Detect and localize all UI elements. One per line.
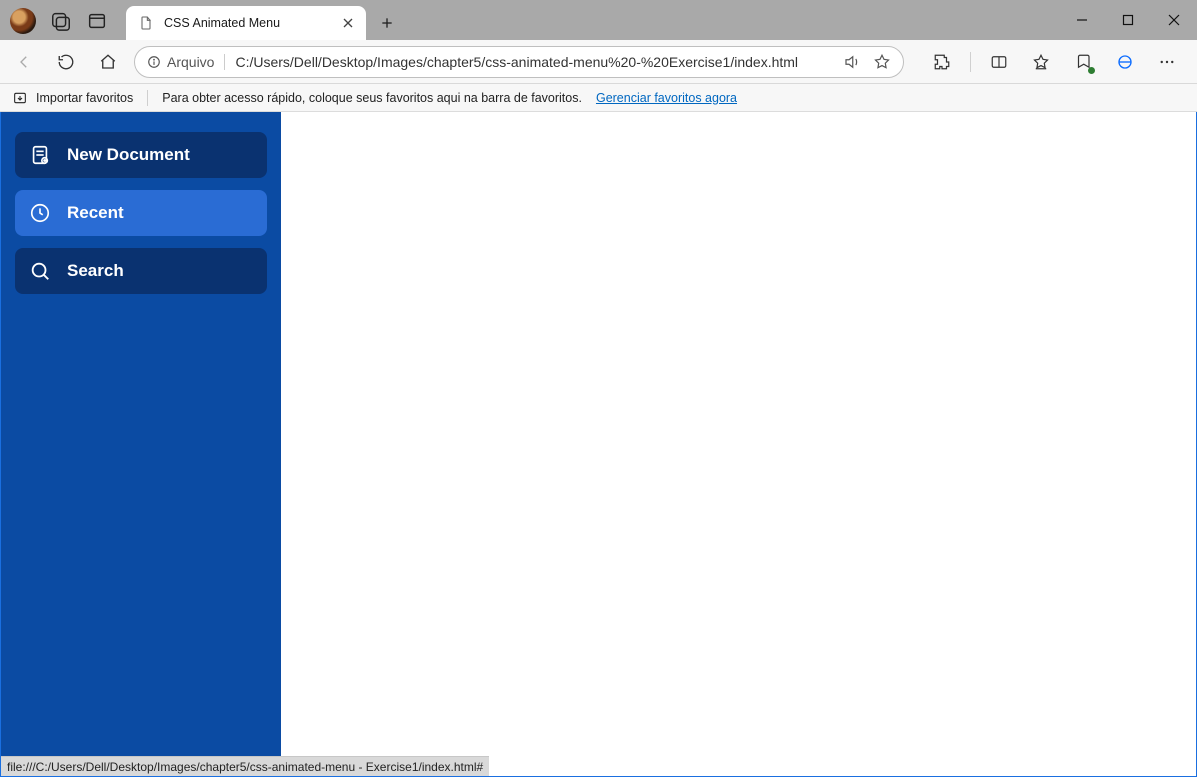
import-favorites-button[interactable]: Importar favoritos [12,90,133,106]
search-icon [29,260,51,282]
browser-tab[interactable]: CSS Animated Menu [126,6,366,40]
workspaces-icon[interactable] [50,10,72,32]
refresh-button[interactable] [50,46,82,78]
manage-favorites-link[interactable]: Gerenciar favoritos agora [596,91,737,105]
ie-mode-icon[interactable] [1109,46,1141,78]
tab-title: CSS Animated Menu [164,16,330,30]
collections-icon[interactable] [1067,46,1099,78]
status-text: file:///C:/Users/Dell/Desktop/Images/cha… [7,760,483,774]
toolbar-separator [970,52,971,72]
minimize-button[interactable] [1059,0,1105,40]
browser-toolbar: Arquivo C:/Users/Dell/Desktop/Images/cha… [0,40,1197,84]
settings-menu-icon[interactable] [1151,46,1183,78]
bookmarks-bar: Importar favoritos Para obter acesso ráp… [0,84,1197,112]
new-tab-button[interactable] [370,6,404,40]
profile-avatar[interactable] [10,8,36,34]
menu-item-label: Recent [67,203,124,223]
browser-titlebar: CSS Animated Menu [0,0,1197,40]
document-icon [29,144,51,166]
bookmarks-separator [147,90,148,106]
maximize-button[interactable] [1105,0,1151,40]
window-controls [1059,0,1197,40]
status-bar: file:///C:/Users/Dell/Desktop/Images/cha… [1,756,489,776]
clock-icon [29,202,51,224]
address-scheme: Arquivo [147,54,225,70]
address-bar[interactable]: Arquivo C:/Users/Dell/Desktop/Images/cha… [134,46,904,78]
import-icon [12,90,28,106]
titlebar-left-icons [0,8,120,40]
favorite-star-icon[interactable] [873,53,891,71]
back-button[interactable] [8,46,40,78]
address-url: C:/Users/Dell/Desktop/Images/chapter5/cs… [235,54,833,70]
favorites-icon[interactable] [1025,46,1057,78]
page-viewport: New Document Recent Search file:///C:/Us… [0,112,1197,777]
import-favorites-label: Importar favoritos [36,91,133,105]
bookmarks-hint: Para obter acesso rápido, coloque seus f… [162,91,582,105]
home-button[interactable] [92,46,124,78]
close-tab-icon[interactable] [340,15,356,31]
sidebar-menu: New Document Recent Search [1,112,281,776]
address-right [843,53,891,71]
extensions-icon[interactable] [926,46,958,78]
menu-item-search[interactable]: Search [15,248,267,294]
menu-item-recent[interactable]: Recent [15,190,267,236]
menu-item-label: Search [67,261,124,281]
toolbar-right-icons [926,46,1189,78]
close-window-button[interactable] [1151,0,1197,40]
page-icon [138,15,154,31]
menu-item-label: New Document [67,145,190,165]
address-scheme-label: Arquivo [167,54,214,70]
menu-item-new-document[interactable]: New Document [15,132,267,178]
split-screen-icon[interactable] [983,46,1015,78]
info-icon [147,55,161,69]
read-aloud-icon[interactable] [843,53,861,71]
tab-actions-icon[interactable] [86,10,108,32]
